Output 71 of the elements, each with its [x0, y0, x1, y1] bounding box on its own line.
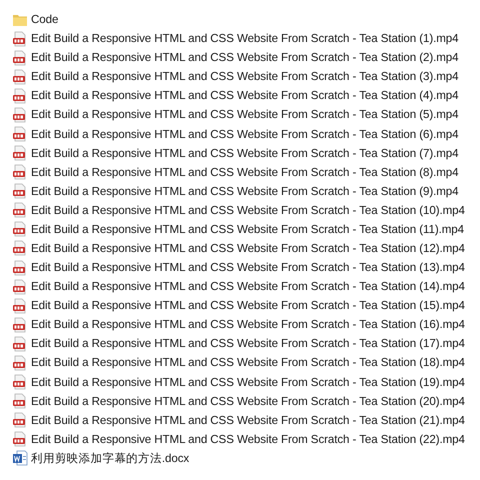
file-name: Edit Build a Responsive HTML and CSS Website From Scratch - Tea Station (19).mp4 [31, 376, 465, 389]
video-file-icon [12, 431, 28, 448]
video-file-icon [12, 260, 28, 276]
file-item[interactable]: Edit Build a Responsive HTML and CSS Website From Scratch - Tea Station (20).mp4 [12, 392, 480, 411]
file-item[interactable]: Edit Build a Responsive HTML and CSS Website From Scratch - Tea Station (6).mp4 [12, 124, 480, 144]
file-name: Edit Build a Responsive HTML and CSS Website From Scratch - Tea Station (3).mp4 [31, 70, 458, 84]
file-item[interactable]: Edit Build a Responsive HTML and CSS Website From Scratch - Tea Station (7).mp4 [12, 144, 480, 163]
file-item[interactable]: Edit Build a Responsive HTML and CSS Website From Scratch - Tea Station (16).mp4 [12, 315, 480, 334]
file-name: Edit Build a Responsive HTML and CSS Website From Scratch - Tea Station (14).mp4 [31, 280, 465, 294]
file-name: Edit Build a Responsive HTML and CSS Website From Scratch - Tea Station (15).mp4 [31, 299, 465, 312]
file-name: Code [31, 13, 58, 26]
video-file-icon [12, 336, 28, 352]
file-name: Edit Build a Responsive HTML and CSS Website From Scratch - Tea Station (10).mp4 [31, 204, 465, 217]
video-file-icon [12, 183, 28, 200]
file-name: Edit Build a Responsive HTML and CSS Website From Scratch - Tea Station (21).mp4 [31, 414, 465, 427]
file-item[interactable]: Edit Build a Responsive HTML and CSS Website From Scratch - Tea Station (15).mp4 [12, 296, 480, 316]
file-name: Edit Build a Responsive HTML and CSS Website From Scratch - Tea Station (16).mp4 [31, 318, 465, 332]
video-file-icon [12, 221, 28, 238]
file-item[interactable]: Edit Build a Responsive HTML and CSS Website From Scratch - Tea Station (5).mp4 [12, 105, 480, 124]
file-name: Edit Build a Responsive HTML and CSS Website From Scratch - Tea Station (13).mp4 [31, 261, 465, 274]
file-item[interactable]: Edit Build a Responsive HTML and CSS Website From Scratch - Tea Station (1).mp4 [12, 29, 480, 48]
file-item[interactable]: Edit Build a Responsive HTML and CSS Website From Scratch - Tea Station (14).mp4 [12, 277, 480, 296]
file-item[interactable]: Edit Build a Responsive HTML and CSS Website From Scratch - Tea Station (12).mp4 [12, 238, 480, 258]
video-file-icon [12, 240, 28, 256]
file-name: Edit Build a Responsive HTML and CSS Website From Scratch - Tea Station (4).mp4 [31, 89, 458, 102]
file-item[interactable]: Edit Build a Responsive HTML and CSS Website From Scratch - Tea Station (9).mp4 [12, 182, 480, 201]
file-item[interactable]: Edit Build a Responsive HTML and CSS Website From Scratch - Tea Station (19).mp4 [12, 372, 480, 392]
file-name: Edit Build a Responsive HTML and CSS Website From Scratch - Tea Station (9).mp4 [31, 184, 458, 198]
video-file-icon [12, 298, 28, 314]
video-file-icon [12, 50, 28, 66]
file-item[interactable]: Edit Build a Responsive HTML and CSS Website From Scratch - Tea Station (21).mp4 [12, 410, 480, 430]
video-file-icon [12, 278, 28, 295]
video-file-icon [12, 354, 28, 371]
file-name: Edit Build a Responsive HTML and CSS Website From Scratch - Tea Station (17).mp4 [31, 337, 465, 350]
file-item[interactable]: 利用剪映添加字幕的方法.docx [12, 448, 480, 468]
file-name: Edit Build a Responsive HTML and CSS Website From Scratch - Tea Station (12).mp4 [31, 242, 465, 255]
file-name: Edit Build a Responsive HTML and CSS Website From Scratch - Tea Station (1).mp4 [31, 32, 458, 46]
video-file-icon [12, 374, 28, 390]
video-file-icon [12, 106, 28, 123]
file-item[interactable]: Edit Build a Responsive HTML and CSS Website From Scratch - Tea Station (8).mp4 [12, 162, 480, 182]
file-name: Edit Build a Responsive HTML and CSS Website From Scratch - Tea Station (18).mp4 [31, 356, 465, 370]
video-file-icon [12, 316, 28, 333]
file-name: Edit Build a Responsive HTML and CSS Website From Scratch - Tea Station (7).mp4 [31, 146, 458, 160]
file-name: Edit Build a Responsive HTML and CSS Website From Scratch - Tea Station (5).mp4 [31, 108, 458, 122]
file-name: Edit Build a Responsive HTML and CSS Website From Scratch - Tea Station (6).mp4 [31, 128, 458, 140]
video-file-icon [12, 164, 28, 180]
file-item[interactable]: Edit Build a Responsive HTML and CSS Website From Scratch - Tea Station (13).mp4 [12, 258, 480, 278]
file-name: Edit Build a Responsive HTML and CSS Website From Scratch - Tea Station (20).mp4 [31, 394, 465, 408]
video-file-icon [12, 126, 28, 142]
file-item[interactable]: Edit Build a Responsive HTML and CSS Website From Scratch - Tea Station (10).mp4 [12, 200, 480, 220]
video-file-icon [12, 68, 28, 85]
file-item[interactable]: Edit Build a Responsive HTML and CSS Website From Scratch - Tea Station (2).mp4 [12, 48, 480, 68]
document-icon [12, 450, 28, 466]
file-item[interactable]: Edit Build a Responsive HTML and CSS Website From Scratch - Tea Station (17).mp4 [12, 334, 480, 354]
file-item[interactable]: Code [12, 10, 480, 30]
file-item[interactable]: Edit Build a Responsive HTML and CSS Website From Scratch - Tea Station (3).mp4 [12, 67, 480, 86]
video-file-icon [12, 412, 28, 428]
file-item[interactable]: Edit Build a Responsive HTML and CSS Website From Scratch - Tea Station (18).mp4 [12, 353, 480, 372]
file-item[interactable]: Edit Build a Responsive HTML and CSS Website From Scratch - Tea Station (11).mp4 [12, 220, 480, 239]
file-name: Edit Build a Responsive HTML and CSS Website From Scratch - Tea Station (22).mp4 [31, 432, 465, 446]
video-file-icon [12, 88, 28, 104]
video-file-icon [12, 202, 28, 218]
file-name: Edit Build a Responsive HTML and CSS Website From Scratch - Tea Station (11).mp4 [31, 222, 464, 236]
file-item[interactable]: Edit Build a Responsive HTML and CSS Website From Scratch - Tea Station (4).mp4 [12, 86, 480, 106]
video-file-icon [12, 393, 28, 410]
file-name: 利用剪映添加字幕的方法.docx [31, 450, 190, 466]
video-file-icon [12, 30, 28, 47]
file-item[interactable]: Edit Build a Responsive HTML and CSS Website From Scratch - Tea Station (22).mp4 [12, 430, 480, 449]
video-file-icon [12, 145, 28, 162]
file-name: Edit Build a Responsive HTML and CSS Website From Scratch - Tea Station (2).mp4 [31, 51, 458, 64]
file-name: Edit Build a Responsive HTML and CSS Website From Scratch - Tea Station (8).mp4 [31, 166, 458, 179]
